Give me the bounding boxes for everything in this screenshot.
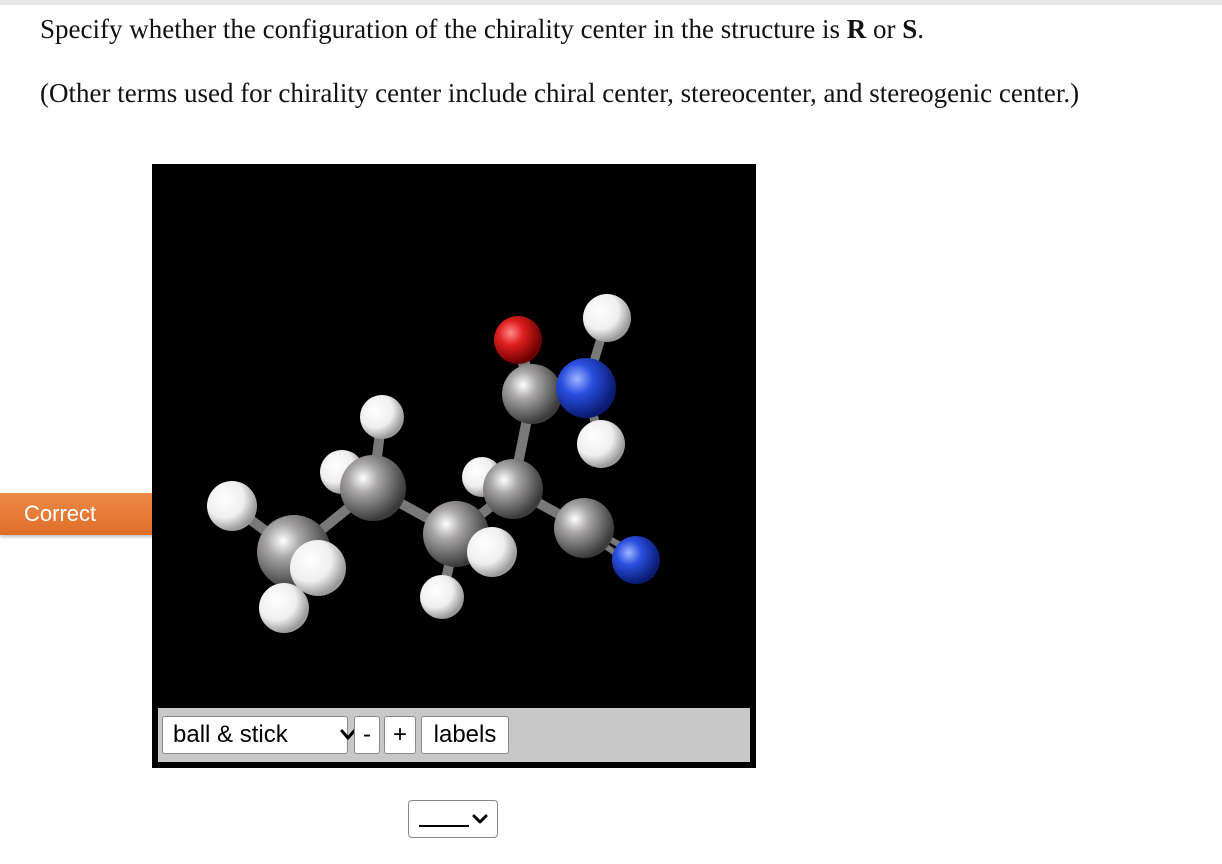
nitrogen-atom xyxy=(612,536,660,584)
correct-feedback-badge: Correct xyxy=(0,493,173,535)
answer-select[interactable] xyxy=(408,800,498,838)
carbon-atom-chiral xyxy=(483,459,543,519)
question-prompt: Specify whether the configuration of the… xyxy=(40,14,924,44)
molecule-viewer[interactable]: ball & stick - + labels xyxy=(152,164,756,768)
hydrogen-atom xyxy=(259,583,309,633)
render-mode-value: ball & stick xyxy=(173,721,288,748)
hydrogen-atom xyxy=(467,527,517,577)
labels-button[interactable]: labels xyxy=(421,716,509,754)
question-note: (Other terms used for chirality center i… xyxy=(40,78,1080,108)
carbon-atom xyxy=(554,498,614,558)
render-mode-select[interactable]: ball & stick xyxy=(162,716,356,754)
zoom-out-button[interactable]: - xyxy=(354,716,380,754)
atoms xyxy=(207,294,660,633)
top-divider xyxy=(0,0,1222,5)
chevron-down-icon xyxy=(471,810,489,833)
answer-blank xyxy=(419,825,469,827)
zoom-in-button[interactable]: + xyxy=(384,716,416,754)
hydrogen-atom xyxy=(360,395,404,439)
oxygen-atom xyxy=(494,316,542,364)
option-s-text: S xyxy=(902,14,918,44)
viewer-controls: ball & stick - + labels xyxy=(158,708,750,762)
option-r-text: R xyxy=(846,14,867,44)
hydrogen-atom xyxy=(577,420,625,468)
molecule-model[interactable] xyxy=(152,164,756,768)
carbon-atom xyxy=(340,455,406,521)
hydrogen-atom xyxy=(207,481,257,531)
carbon-atom xyxy=(502,364,562,424)
hydrogen-atom xyxy=(420,575,464,619)
hydrogen-atom xyxy=(583,294,631,342)
nitrogen-atom xyxy=(556,358,616,418)
